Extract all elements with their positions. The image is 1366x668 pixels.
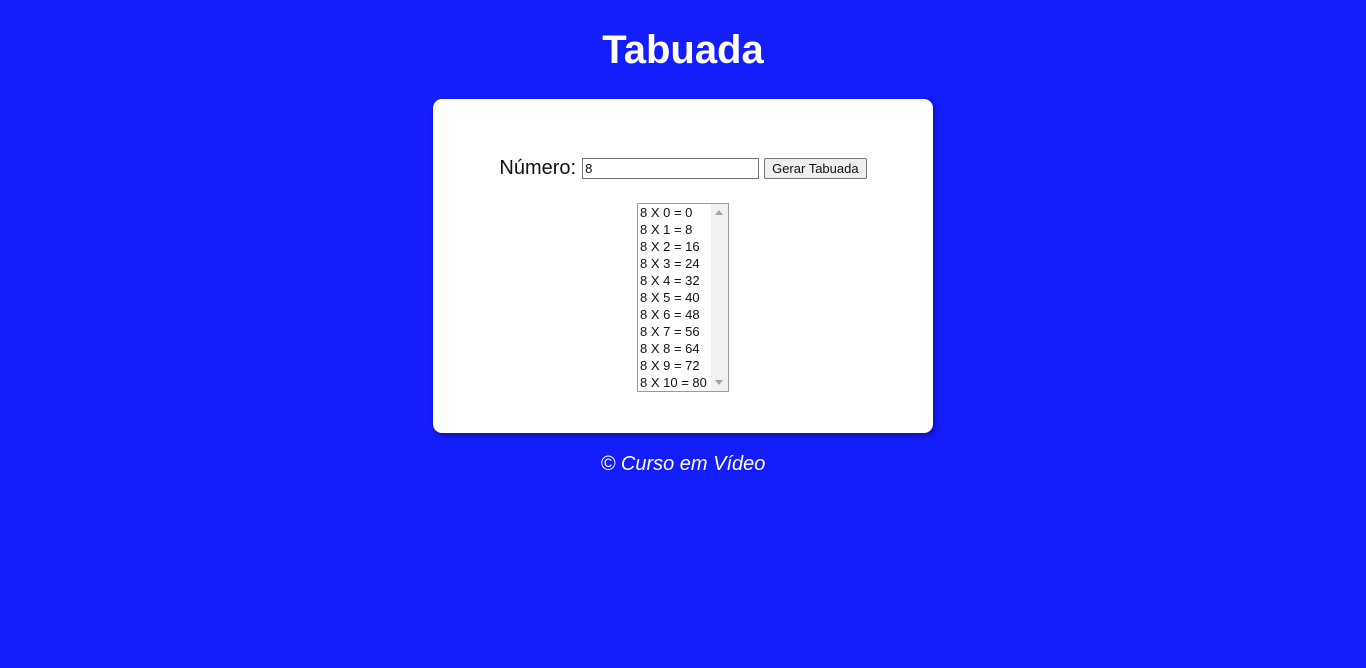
list-item[interactable]: 8 X 7 = 56 <box>640 323 712 340</box>
number-form: Número: Gerar Tabuada <box>433 157 933 180</box>
number-label: Número: <box>499 157 577 179</box>
generate-table-button[interactable]: Gerar Tabuada <box>764 158 867 179</box>
list-item[interactable]: 8 X 3 = 24 <box>640 255 712 272</box>
scroll-down-arrow-icon[interactable] <box>715 380 723 385</box>
list-item[interactable]: 8 X 6 = 48 <box>640 306 712 323</box>
multiplication-listbox[interactable]: 8 X 0 = 0 8 X 1 = 8 8 X 2 = 16 8 X 3 = 2… <box>637 203 729 392</box>
list-item[interactable]: 8 X 8 = 64 <box>640 340 712 357</box>
listbox-items: 8 X 0 = 0 8 X 1 = 8 8 X 2 = 16 8 X 3 = 2… <box>640 204 712 391</box>
page-title: Tabuada <box>602 28 764 72</box>
scroll-up-arrow-icon[interactable] <box>715 210 723 215</box>
list-item[interactable]: 8 X 0 = 0 <box>640 204 712 221</box>
footer-credit: © Curso em Vídeo <box>600 453 766 475</box>
tabuada-card: Número: Gerar Tabuada 8 X 0 = 0 8 X 1 = … <box>433 99 933 433</box>
list-item[interactable]: 8 X 1 = 8 <box>640 221 712 238</box>
list-item[interactable]: 8 X 5 = 40 <box>640 289 712 306</box>
list-item[interactable]: 8 X 2 = 16 <box>640 238 712 255</box>
listbox-scrollbar[interactable] <box>711 204 728 391</box>
list-item[interactable]: 8 X 10 = 80 <box>640 374 712 391</box>
list-item[interactable]: 8 X 9 = 72 <box>640 357 712 374</box>
list-item[interactable]: 8 X 4 = 32 <box>640 272 712 289</box>
number-input[interactable] <box>582 158 760 179</box>
